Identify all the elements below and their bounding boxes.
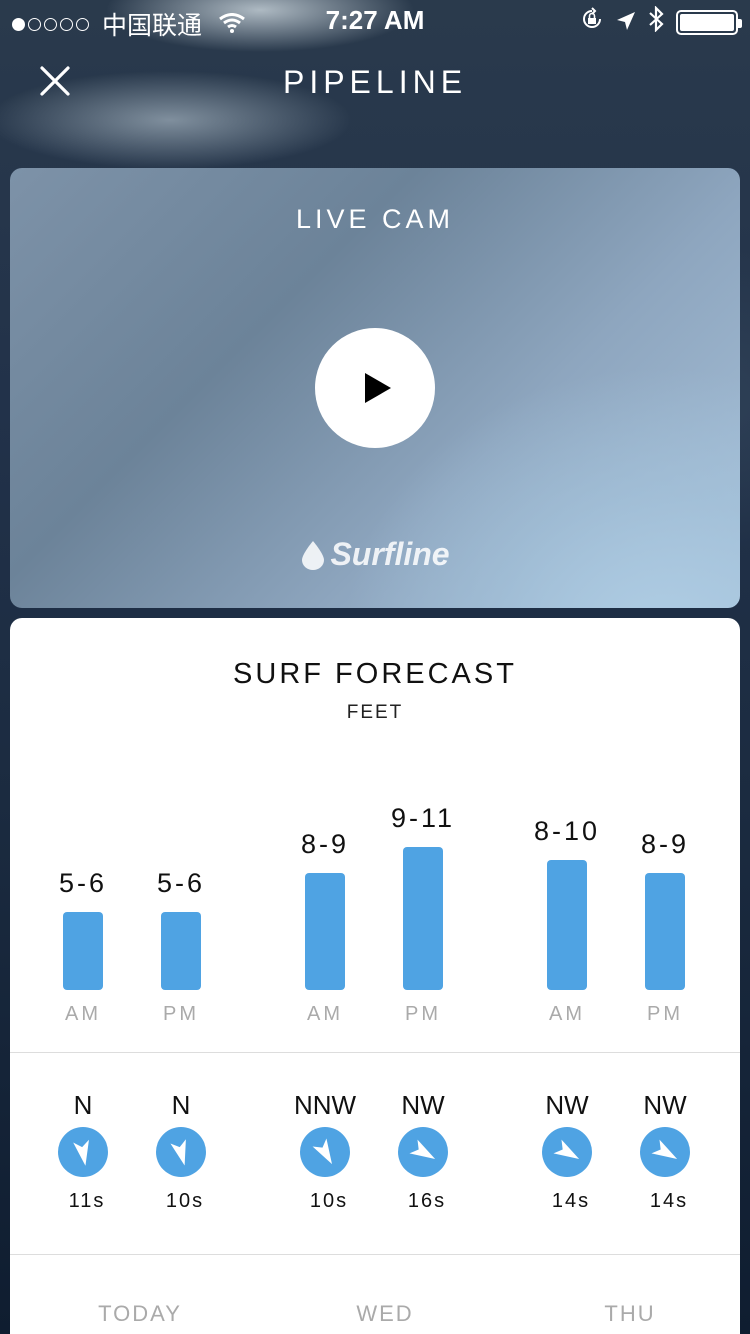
page-title: PIPELINE [282,64,468,100]
ampm-label: AM [549,1003,585,1025]
day-label[interactable]: THU [530,1301,730,1327]
swell-direction-label: NW [401,1090,445,1120]
wave-height-bar [305,873,345,990]
swell-period-label: 14s [649,1190,689,1212]
swell-direction-arrow-icon [300,1127,350,1177]
swell-period-label: 14s [551,1190,591,1212]
divider [10,1254,740,1255]
day-label[interactable]: TODAY [40,1301,240,1327]
day-label[interactable]: WED [285,1301,485,1327]
divider [10,1052,740,1053]
swell-direction-label: NW [643,1090,687,1120]
ampm-label: AM [307,1003,343,1025]
droplet-icon [302,540,325,570]
play-icon [365,373,391,403]
swell-direction-arrow-icon [398,1127,448,1177]
location-icon [616,7,636,38]
surfline-logo: Surfline [10,536,740,573]
logo-text: Surfline [330,536,450,572]
status-bar: 中国联通 7:27 AM [0,0,750,40]
forecast-unit: FEET [346,702,404,723]
play-button[interactable] [315,328,435,448]
ampm-label: PM [647,1003,683,1025]
wave-height-bar [161,912,201,990]
wave-height-bar [63,912,103,990]
wave-height-label: 8-9 [640,829,690,859]
swell-period-label: 10s [309,1190,349,1212]
swell-direction-arrow-icon [58,1127,108,1177]
swell-direction-arrow-icon [542,1127,592,1177]
wave-height-label: 5-6 [156,868,206,898]
live-cam-player[interactable]: LIVE CAM Surfline [10,168,740,608]
swell-period-label: 11s [68,1190,106,1212]
swell-direction-arrow-icon [156,1127,206,1177]
ampm-label: PM [163,1003,199,1025]
wave-height-bar [547,860,587,990]
swell-period-label: 10s [165,1190,205,1212]
swell-direction-label: NNW [293,1090,357,1120]
swell-direction-arrow-icon [640,1127,690,1177]
status-right-icons [580,5,742,39]
wave-height-label: 9-11 [390,803,456,833]
swell-period-label: 16s [407,1190,447,1212]
swell-direction-label: N [73,1090,93,1120]
wave-height-bar [403,847,443,990]
header: PIPELINE [0,52,750,112]
wave-height-bar [645,873,685,990]
ampm-label: PM [405,1003,441,1025]
swell-direction-label: NW [545,1090,589,1120]
orientation-lock-icon [580,7,604,38]
swell-direction-label: N [171,1090,191,1120]
ampm-label: AM [65,1003,101,1025]
battery-icon [676,10,742,35]
surf-forecast-card: SURF FORECAST FEET 5-6 AM N 11s 5-6 PM N 10s 8-9… [10,618,740,1334]
bluetooth-icon [648,5,664,39]
forecast-title: SURF FORECAST [233,658,517,690]
live-cam-title: LIVE CAM [295,204,455,234]
